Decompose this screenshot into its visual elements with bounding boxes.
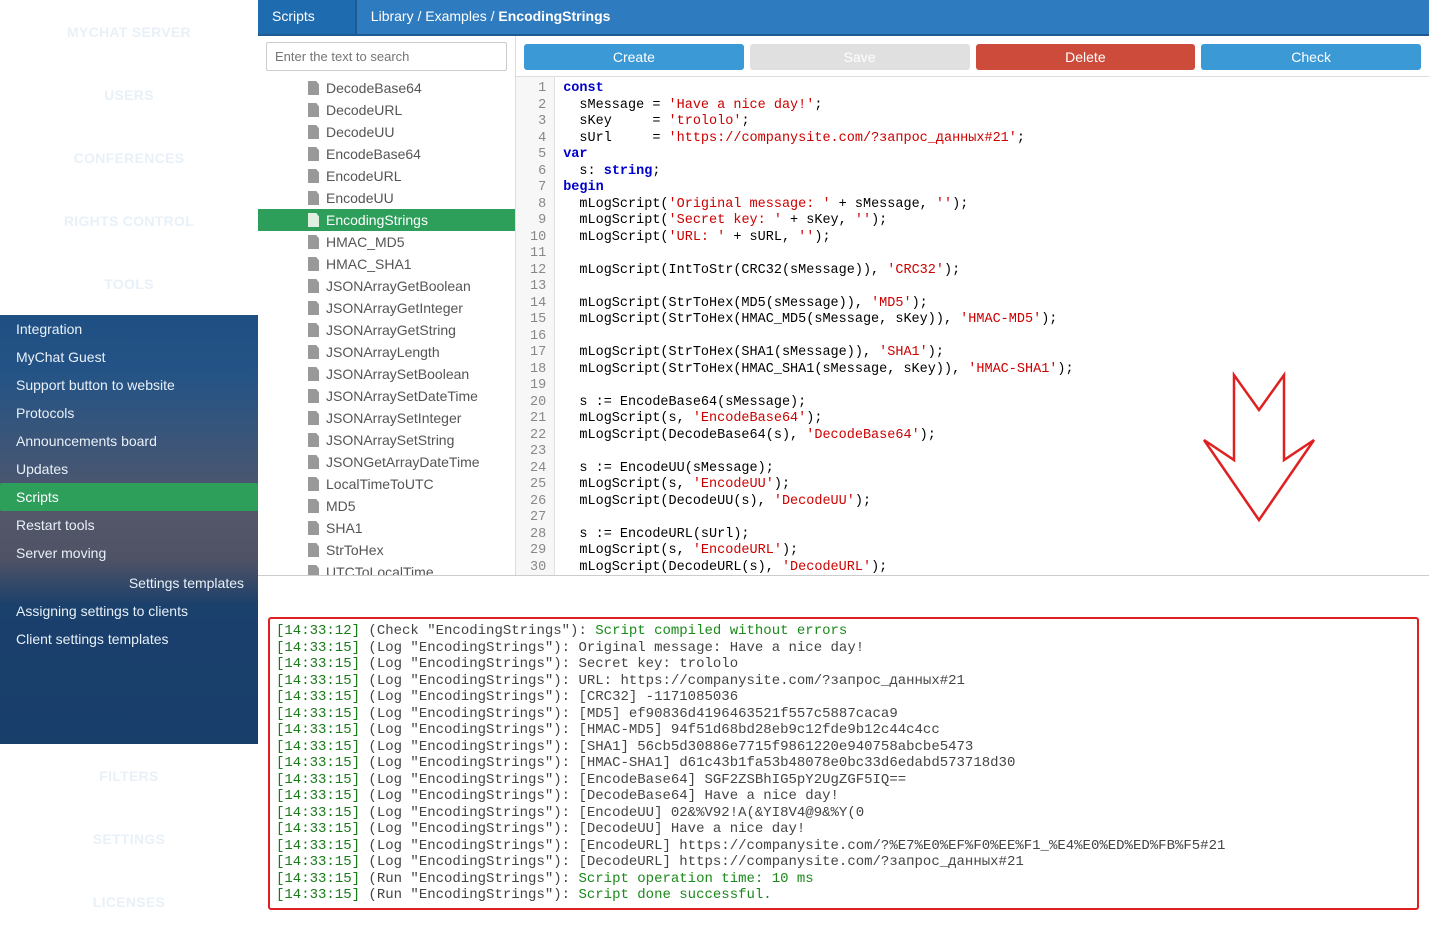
sidebar-item-label: TOOLS (104, 276, 153, 292)
script-item-strtohex[interactable]: StrToHex (258, 539, 515, 561)
sidebar-item-filters[interactable]: FILTERS (0, 744, 258, 807)
sidebar-item-tools[interactable]: TOOLS (0, 252, 258, 315)
script-item-jsonarraysetboolean[interactable]: JSONArraySetBoolean (258, 363, 515, 385)
script-item-decodebase64[interactable]: DecodeBase64 (258, 77, 515, 99)
gear-icon (115, 815, 135, 831)
script-list[interactable]: DecodeBase64DecodeURLDecodeUUEncodeBase6… (258, 77, 515, 575)
script-item-utctolocaltime[interactable]: UTCToLocalTime (258, 561, 515, 575)
topbar-tab-scripts[interactable]: Scripts (258, 0, 357, 34)
script-item-localtimetoutc[interactable]: LocalTimeToUTC (258, 473, 515, 495)
list-icon (115, 197, 135, 213)
crumb-current: EncodingStrings (498, 8, 610, 24)
script-item-hmac_md5[interactable]: HMAC_MD5 (258, 231, 515, 253)
delete-button[interactable]: Delete (976, 44, 1196, 70)
script-item-jsonarraygetinteger[interactable]: JSONArrayGetInteger (258, 297, 515, 319)
script-item-encodeuu[interactable]: EncodeUU (258, 187, 515, 209)
crumb-examples[interactable]: Examples (425, 8, 486, 24)
sidebar-item-users[interactable]: USERS (0, 63, 258, 126)
script-item-encodeurl[interactable]: EncodeURL (258, 165, 515, 187)
filter-icon (115, 752, 135, 768)
script-item-md5[interactable]: MD5 (258, 495, 515, 517)
line-gutter: 1 2 3 4 5 6 7 8 9 10 11 12 13 14 15 16 1… (516, 77, 555, 575)
console-panel[interactable]: [14:33:12] (Check "EncodingStrings"): Sc… (258, 576, 1429, 933)
sidebar-item-label: SETTINGS (93, 831, 165, 847)
create-button[interactable]: Create (524, 44, 744, 70)
sidebar-sub-protocols[interactable]: Protocols (0, 399, 258, 427)
script-item-jsonarraylength[interactable]: JSONArrayLength (258, 341, 515, 363)
sidebar-item-label: MYCHAT SERVER (67, 24, 191, 40)
script-list-panel: DecodeBase64DecodeURLDecodeUUEncodeBase6… (258, 36, 516, 575)
chevron-down-icon (234, 847, 246, 862)
script-item-hmac_sha1[interactable]: HMAC_SHA1 (258, 253, 515, 275)
users-icon (115, 71, 135, 87)
script-item-jsonarraygetboolean[interactable]: JSONArrayGetBoolean (258, 275, 515, 297)
sidebar-item-label: USERS (104, 87, 154, 103)
script-item-encodingstrings[interactable]: EncodingStrings (258, 209, 515, 231)
search-input[interactable] (266, 42, 507, 71)
key-icon (115, 878, 135, 894)
sidebar-item-mychat-server[interactable]: MYCHAT SERVER (0, 0, 258, 63)
sidebar-sub-assigning-settings-to-clients[interactable]: Assigning settings to clients (0, 597, 258, 625)
users-icon (115, 134, 135, 150)
chevron-down-icon (234, 229, 246, 244)
chevron-down-icon (234, 166, 246, 181)
script-item-encodebase64[interactable]: EncodeBase64 (258, 143, 515, 165)
sidebar-item-rights-control[interactable]: RIGHTS CONTROL (0, 189, 258, 252)
editor-toolbar: Create Save Delete Check (516, 36, 1429, 76)
sidebar-item-settings[interactable]: SETTINGS (0, 807, 258, 870)
sidebar-sub-integration[interactable]: Integration (0, 315, 258, 343)
chevron-down-icon (234, 40, 246, 55)
script-item-sha1[interactable]: SHA1 (258, 517, 515, 539)
sidebar-item-label: CONFERENCES (74, 150, 185, 166)
wrench-icon (115, 260, 135, 276)
editor-area: Create Save Delete Check 1 2 3 4 5 6 7 8… (516, 36, 1429, 575)
script-item-jsonarraygetstring[interactable]: JSONArrayGetString (258, 319, 515, 341)
sidebar-sub-scripts[interactable]: Scripts (0, 483, 258, 511)
console-output: [14:33:12] (Check "EncodingStrings"): Sc… (268, 617, 1419, 910)
chevron-down-icon (234, 103, 246, 118)
sidebar-sub-updates[interactable]: Updates (0, 455, 258, 483)
chevron-up-icon (234, 292, 246, 307)
annotation-arrow-icon (1199, 370, 1319, 530)
sidebar-sub-support-button-to-website[interactable]: Support button to website (0, 371, 258, 399)
check-button[interactable]: Check (1201, 44, 1421, 70)
sidebar-sub-server-moving[interactable]: Server moving (0, 539, 258, 567)
sidebar-item-licenses[interactable]: LICENSES (0, 870, 258, 933)
settings-templates-heading: Settings templates (0, 567, 258, 597)
main-area: Scripts Library / Examples / EncodingStr… (258, 0, 1429, 933)
script-item-decodeurl[interactable]: DecodeURL (258, 99, 515, 121)
sidebar-item-label: LICENSES (93, 894, 165, 910)
chevron-down-icon (234, 784, 246, 799)
script-item-jsonarraysetdatetime[interactable]: JSONArraySetDateTime (258, 385, 515, 407)
script-item-jsonarraysetstring[interactable]: JSONArraySetString (258, 429, 515, 451)
crumb-library[interactable]: Library (371, 8, 414, 24)
breadcrumb: Library / Examples / EncodingStrings (357, 0, 625, 34)
sidebar-item-conferences[interactable]: CONFERENCES (0, 126, 258, 189)
script-item-decodeuu[interactable]: DecodeUU (258, 121, 515, 143)
topbar: Scripts Library / Examples / EncodingStr… (258, 0, 1429, 36)
sidebar: MYCHAT SERVER USERS CONFERENCES RIGHTS CONT… (0, 0, 258, 933)
sidebar-sub-client-settings-templates[interactable]: Client settings templates (0, 625, 258, 653)
script-item-jsongetarraydatetime[interactable]: JSONGetArrayDateTime (258, 451, 515, 473)
sidebar-item-label: FILTERS (99, 768, 158, 784)
info-icon (115, 8, 135, 24)
save-button[interactable]: Save (750, 44, 970, 70)
sidebar-sub-announcements-board[interactable]: Announcements board (0, 427, 258, 455)
sidebar-sub-mychat-guest[interactable]: MyChat Guest (0, 343, 258, 371)
sidebar-item-label: RIGHTS CONTROL (64, 213, 194, 229)
chevron-down-icon (234, 910, 246, 925)
script-item-jsonarraysetinteger[interactable]: JSONArraySetInteger (258, 407, 515, 429)
sidebar-sub-restart-tools[interactable]: Restart tools (0, 511, 258, 539)
